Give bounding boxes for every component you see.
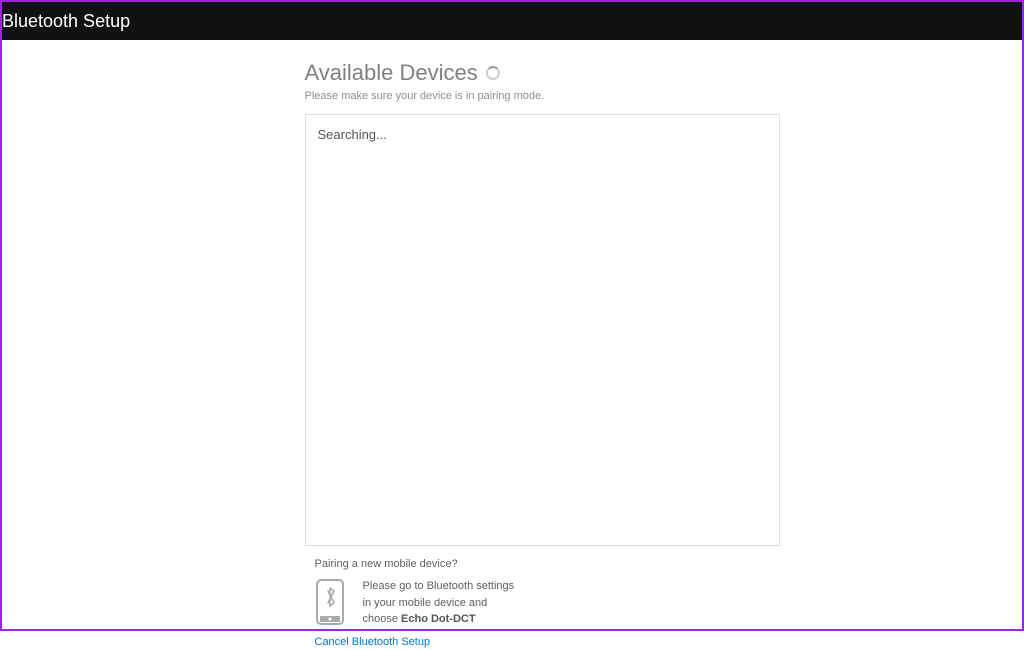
header-bar: Bluetooth Setup xyxy=(2,2,1022,40)
cancel-bluetooth-setup-link[interactable]: Cancel Bluetooth Setup xyxy=(315,636,431,648)
instruction-line2: in your mobile device and xyxy=(363,597,488,609)
pairing-instruction-text: Please go to Bluetooth settings in your … xyxy=(363,578,515,628)
pairing-instruction-row: Please go to Bluetooth settings in your … xyxy=(315,578,780,628)
content-area: Available Devices Please make sure your … xyxy=(2,40,1022,650)
device-list-box: Searching... xyxy=(305,114,780,546)
main-column: Available Devices Please make sure your … xyxy=(305,60,780,650)
device-name: Echo Dot-DCT xyxy=(401,613,476,625)
phone-bluetooth-icon xyxy=(315,578,345,626)
page-title: Bluetooth Setup xyxy=(2,11,130,32)
instruction-line3-prefix: choose xyxy=(363,613,402,625)
available-devices-title: Available Devices xyxy=(305,60,478,86)
loading-spinner-icon xyxy=(486,66,500,80)
pairing-mode-subtitle: Please make sure your device is in pairi… xyxy=(305,90,780,102)
title-row: Available Devices xyxy=(305,60,780,86)
pairing-question: Pairing a new mobile device? xyxy=(315,558,780,570)
instruction-line1: Please go to Bluetooth settings xyxy=(363,580,515,592)
footer-section: Pairing a new mobile device? Please go t… xyxy=(315,558,780,650)
searching-text: Searching... xyxy=(318,127,387,142)
